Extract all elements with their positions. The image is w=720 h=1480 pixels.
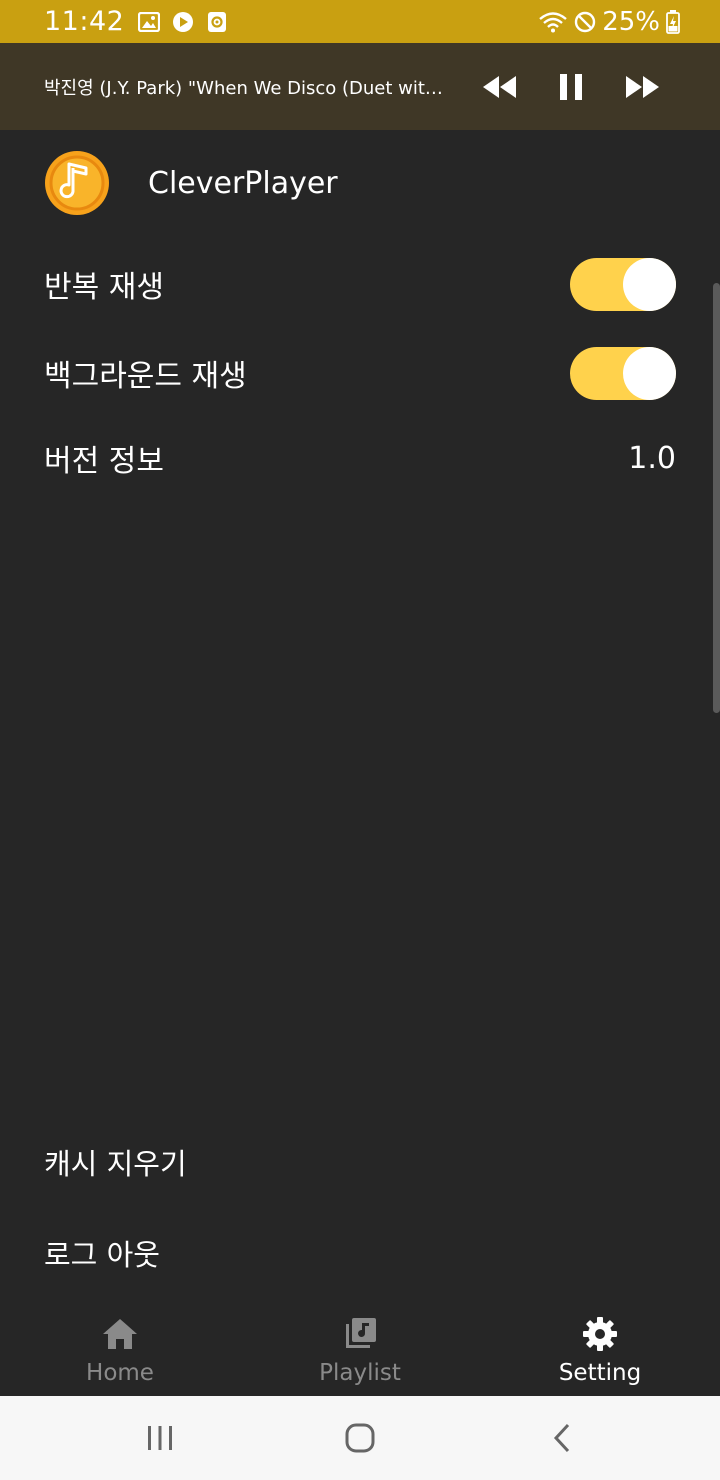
pause-button[interactable]: [551, 67, 591, 107]
playback-controls: [480, 43, 662, 130]
do-not-disturb-icon: [574, 11, 596, 33]
status-bar: 11:42 25%: [0, 0, 720, 43]
recent-apps-icon: [148, 1426, 172, 1450]
version-value: 1.0: [628, 440, 676, 476]
home-system-button[interactable]: [340, 1418, 380, 1458]
app-notification-icon: [206, 11, 228, 33]
nav-setting-label: Setting: [558, 1360, 642, 1386]
fast-forward-button[interactable]: [622, 67, 662, 107]
nav-home-label: Home: [86, 1360, 154, 1386]
gear-icon: [580, 1314, 620, 1354]
logout-button[interactable]: 로그 아웃: [44, 1228, 444, 1278]
setting-repeat-play: 반복 재생: [44, 254, 676, 314]
setting-repeat-label: 반복 재생: [44, 270, 164, 305]
pause-icon: [560, 73, 582, 100]
back-button[interactable]: [542, 1418, 582, 1458]
setting-version-info: 버전 정보 1.0: [44, 428, 676, 488]
toggle-knob: [623, 346, 676, 400]
status-system-icons: 25%: [538, 7, 680, 37]
setting-background-play: 백그라운드 재생: [44, 343, 676, 403]
status-time: 11:42: [44, 6, 125, 37]
app-title: CleverPlayer: [148, 165, 338, 201]
bottom-navigation: Home Playlist Setting: [0, 1300, 720, 1396]
battery-charging-icon: [666, 9, 680, 34]
playlist-library-icon: [340, 1314, 380, 1354]
gallery-icon: [138, 11, 161, 33]
system-navigation-bar: [0, 1396, 720, 1480]
nav-setting[interactable]: Setting: [480, 1300, 720, 1396]
app-header: CleverPlayer: [44, 150, 338, 216]
screen: 11:42 25% 박진영 (J.Y. Park) "When We Disco…: [0, 0, 720, 1480]
now-playing-bar[interactable]: 박진영 (J.Y. Park) "When We Disco (Duet wit…: [0, 43, 720, 130]
repeat-toggle[interactable]: [570, 257, 676, 311]
fast-forward-icon: [626, 75, 659, 98]
logout-label: 로그 아웃: [44, 1238, 160, 1272]
nav-home[interactable]: Home: [0, 1300, 240, 1396]
rewind-icon: [483, 75, 516, 98]
nav-playlist[interactable]: Playlist: [240, 1300, 480, 1396]
recent-apps-button[interactable]: [140, 1418, 180, 1458]
home-icon: [100, 1314, 140, 1354]
clear-cache-button[interactable]: 캐시 지우기: [44, 1137, 444, 1187]
toggle-knob: [623, 257, 676, 311]
clear-cache-label: 캐시 지우기: [44, 1147, 187, 1181]
now-playing-title: 박진영 (J.Y. Park) "When We Disco (Duet wit…: [44, 77, 446, 99]
battery-percentage: 25%: [602, 6, 660, 37]
nav-playlist-label: Playlist: [319, 1360, 401, 1386]
home-circle-icon: [345, 1423, 375, 1453]
back-chevron-icon: [553, 1423, 570, 1453]
setting-version-label: 버전 정보: [44, 444, 164, 479]
wifi-icon: [538, 11, 568, 33]
play-circle-icon: [172, 11, 194, 33]
background-play-toggle[interactable]: [570, 346, 676, 400]
scrollbar[interactable]: [713, 283, 720, 713]
setting-background-label: 백그라운드 재생: [44, 359, 247, 394]
app-logo-icon: [45, 151, 109, 215]
status-notification-icons: [138, 11, 228, 33]
rewind-button[interactable]: [480, 67, 520, 107]
